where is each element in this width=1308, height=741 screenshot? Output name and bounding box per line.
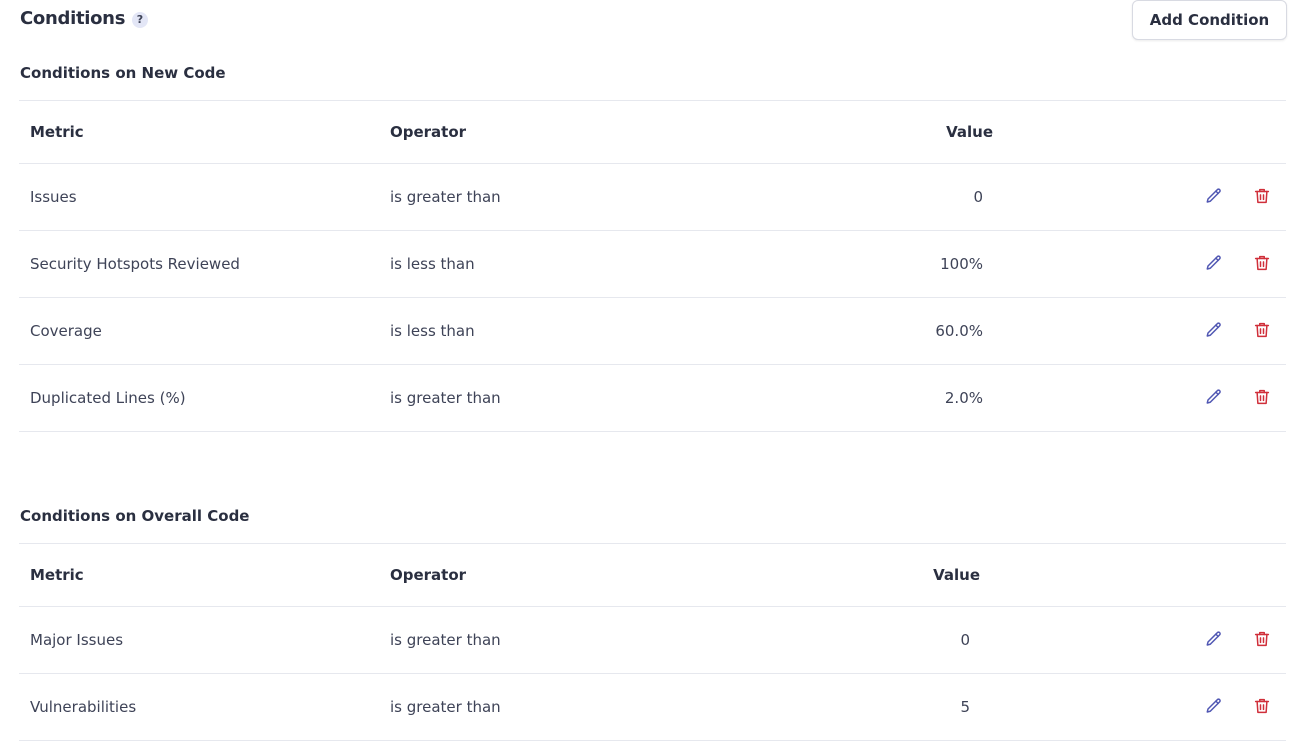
table-row: Security Hotspots Reviewed is less than …: [19, 231, 1286, 298]
metric-cell: Coverage: [30, 322, 102, 340]
table-row: Duplicated Lines (%) is greater than 2.0…: [19, 365, 1286, 432]
metric-cell: Issues: [30, 188, 77, 206]
value-cell: 5: [960, 698, 970, 716]
operator-cell: is greater than: [390, 188, 501, 206]
value-cell: 0: [973, 188, 983, 206]
value-cell: 0: [960, 631, 970, 649]
trash-icon: [1254, 389, 1270, 405]
column-header-operator: Operator: [390, 123, 467, 141]
value-cell: 2.0%: [944, 389, 983, 407]
operator-cell: is greater than: [390, 631, 501, 649]
pencil-icon: [1206, 698, 1221, 713]
overall-code-conditions-section: Conditions on Overall Code Metric Operat…: [19, 505, 1286, 741]
pencil-icon: [1206, 389, 1221, 404]
table-header-row: Metric Operator Value: [19, 101, 1286, 164]
operator-cell: is greater than: [390, 698, 501, 716]
table-row: Vulnerabilities is greater than 5: [19, 674, 1286, 741]
pencil-icon: [1206, 631, 1221, 646]
column-header-value: Value: [946, 123, 993, 141]
new-code-conditions-table: Metric Operator Value Issues is greater …: [19, 100, 1286, 432]
edit-condition-button[interactable]: [1202, 251, 1226, 275]
section-title-new-code: Conditions on New Code: [20, 64, 226, 82]
pencil-icon: [1206, 255, 1221, 270]
delete-condition-button[interactable]: [1250, 251, 1274, 275]
row-actions: [1199, 365, 1279, 431]
table-header-row: Metric Operator Value: [19, 544, 1286, 607]
metric-cell: Security Hotspots Reviewed: [30, 255, 240, 273]
trash-icon: [1254, 188, 1270, 204]
delete-condition-button[interactable]: [1250, 184, 1274, 208]
metric-cell: Major Issues: [30, 631, 124, 649]
value-cell: 60.0%: [935, 322, 983, 340]
add-condition-button[interactable]: Add Condition: [1132, 0, 1287, 40]
column-header-operator: Operator: [390, 566, 467, 584]
trash-icon: [1254, 631, 1270, 647]
delete-condition-button[interactable]: [1250, 694, 1274, 718]
column-header-metric: Metric: [30, 566, 84, 584]
page-header: Conditions ? Add Condition: [20, 0, 1287, 42]
operator-cell: is greater than: [390, 389, 501, 407]
metric-cell: Duplicated Lines (%): [30, 389, 186, 407]
row-actions: [1199, 674, 1279, 740]
metric-cell: Vulnerabilities: [30, 698, 137, 716]
pencil-icon: [1206, 322, 1221, 337]
edit-condition-button[interactable]: [1202, 184, 1226, 208]
overall-code-conditions-table: Metric Operator Value Major Issues is gr…: [19, 543, 1286, 741]
delete-condition-button[interactable]: [1250, 318, 1274, 342]
edit-condition-button[interactable]: [1202, 627, 1226, 651]
edit-condition-button[interactable]: [1202, 318, 1226, 342]
table-row: Major Issues is greater than 0: [19, 607, 1286, 674]
edit-condition-button[interactable]: [1202, 385, 1226, 409]
operator-cell: is less than: [390, 255, 475, 273]
new-code-conditions-section: Conditions on New Code Metric Operator V…: [19, 62, 1286, 432]
page-title: Conditions: [20, 8, 126, 29]
trash-icon: [1254, 322, 1270, 338]
delete-condition-button[interactable]: [1250, 627, 1274, 651]
column-header-metric: Metric: [30, 123, 84, 141]
pencil-icon: [1206, 188, 1221, 203]
column-header-value: Value: [933, 566, 980, 584]
table-row: Issues is greater than 0: [19, 164, 1286, 231]
help-icon[interactable]: ?: [132, 12, 148, 28]
trash-icon: [1254, 698, 1270, 714]
row-actions: [1199, 231, 1279, 297]
trash-icon: [1254, 255, 1270, 271]
row-actions: [1199, 607, 1279, 673]
row-actions: [1199, 298, 1279, 364]
edit-condition-button[interactable]: [1202, 694, 1226, 718]
row-actions: [1199, 164, 1279, 230]
table-row: Coverage is less than 60.0%: [19, 298, 1286, 365]
delete-condition-button[interactable]: [1250, 385, 1274, 409]
value-cell: 100%: [940, 255, 983, 273]
operator-cell: is less than: [390, 322, 475, 340]
section-title-overall-code: Conditions on Overall Code: [20, 507, 250, 525]
